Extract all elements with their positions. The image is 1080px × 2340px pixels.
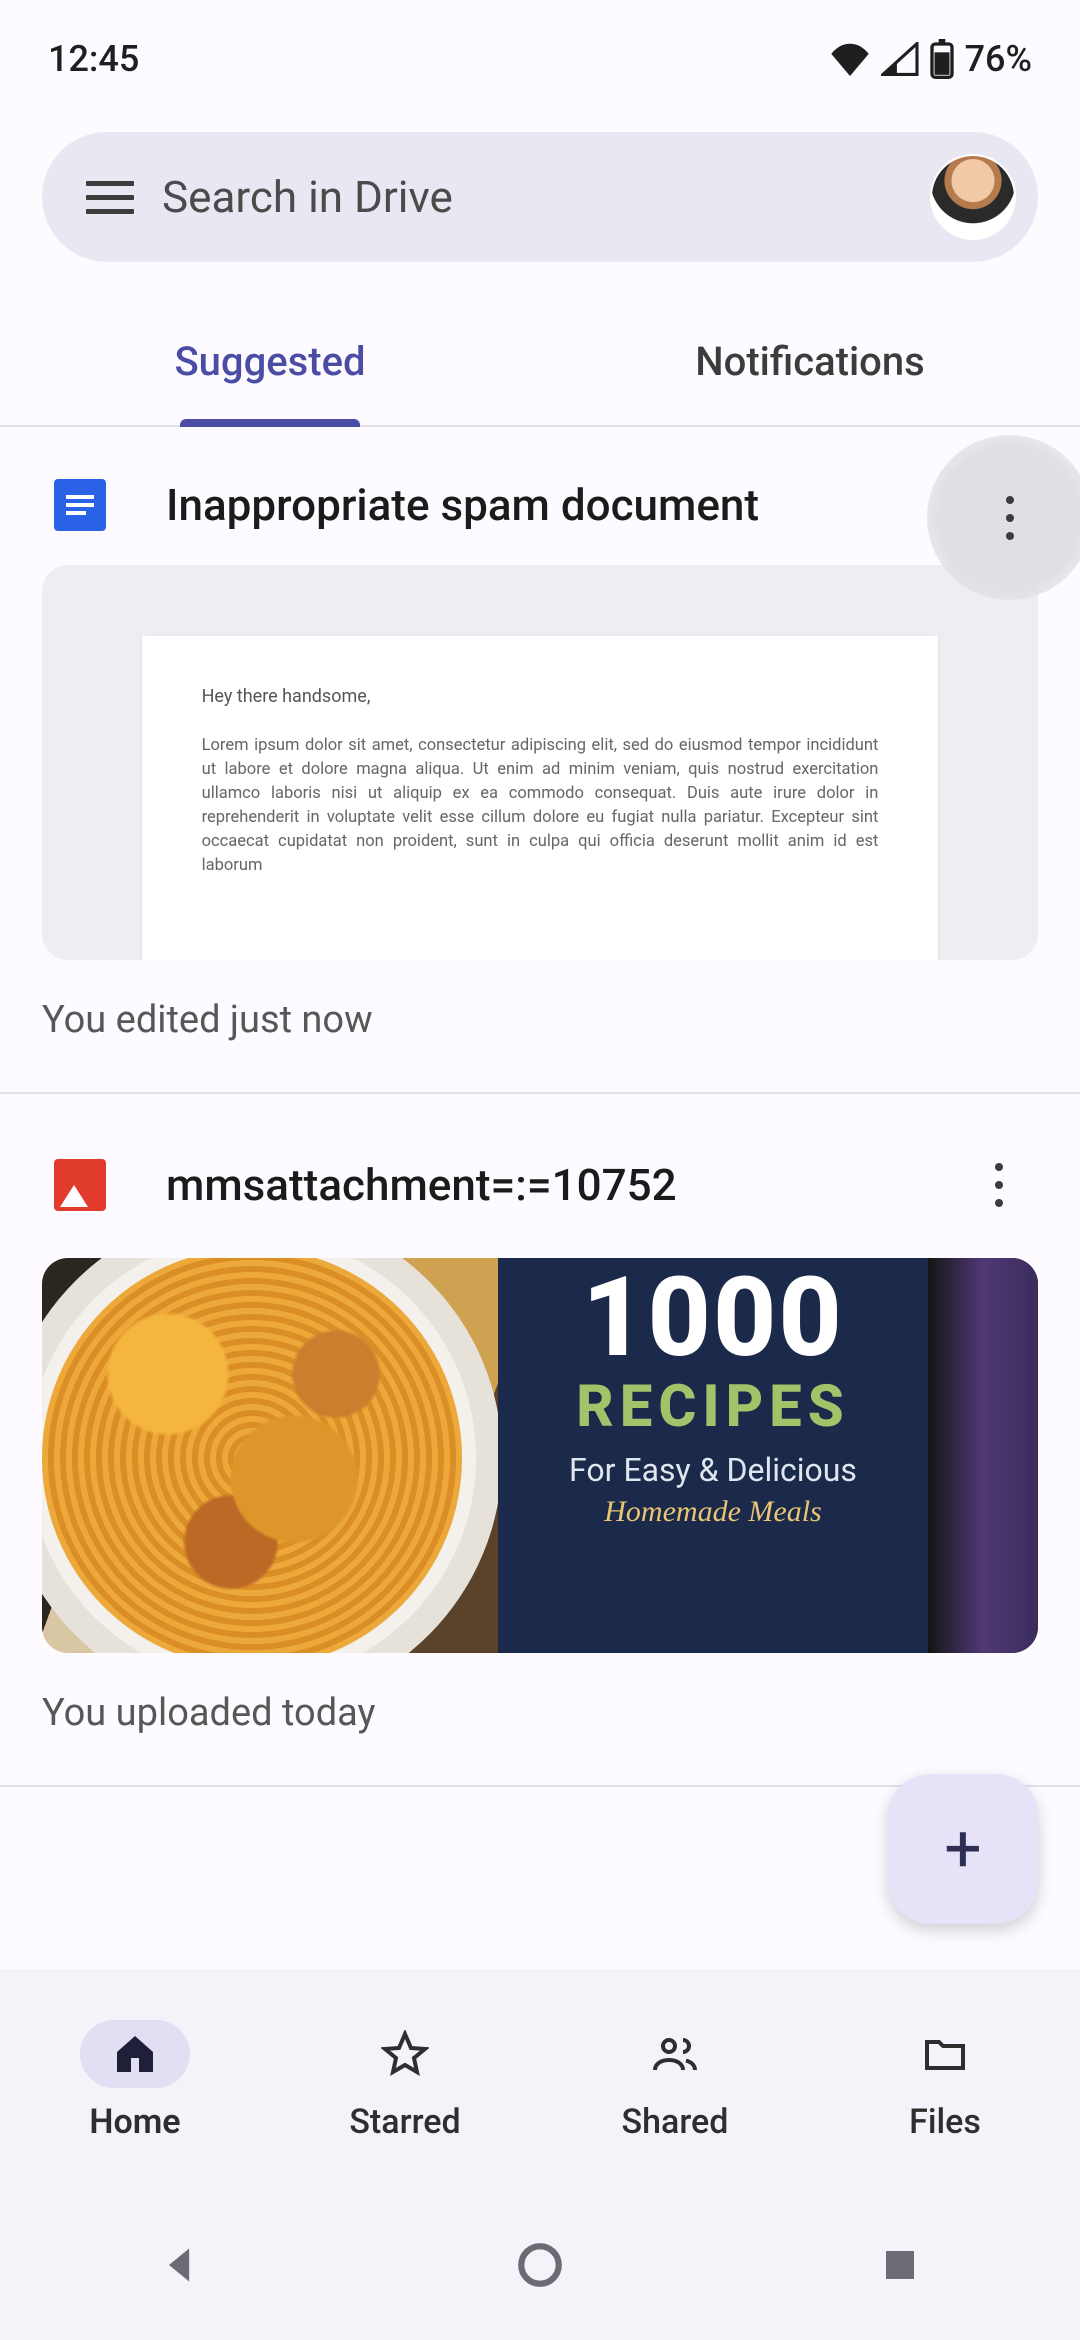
file-meta: You uploaded today bbox=[0, 1653, 1080, 1735]
home-tabs: Suggested Notifications bbox=[0, 302, 1080, 427]
doc-preview-greeting: Hey there handsome, bbox=[202, 684, 879, 710]
create-fab[interactable]: + bbox=[888, 1774, 1038, 1924]
system-nav-bar bbox=[0, 2190, 1080, 2340]
signal-icon bbox=[881, 42, 919, 76]
file-preview[interactable]: 1000 RECIPES For Easy & Delicious Homema… bbox=[42, 1258, 1038, 1653]
more-options-button[interactable] bbox=[927, 435, 1080, 600]
list-item[interactable]: Inappropriate spam document Hey there ha… bbox=[0, 427, 1080, 1094]
book-subtitle-1: RECIPES bbox=[498, 1373, 928, 1441]
wifi-icon bbox=[829, 42, 871, 76]
file-title: mmsattachment=:=10752 bbox=[166, 1159, 900, 1211]
nav-starred[interactable]: Starred bbox=[270, 1971, 540, 2190]
file-meta: You edited just now bbox=[0, 960, 1080, 1042]
preview-book-cover: 1000 RECIPES For Easy & Delicious Homema… bbox=[498, 1258, 928, 1653]
folder-icon bbox=[890, 2020, 1000, 2088]
book-subtitle-2: For Easy & Delicious bbox=[498, 1451, 928, 1489]
nav-home[interactable]: Home bbox=[0, 1971, 270, 2190]
book-subtitle-3: Homemade Meals bbox=[498, 1495, 928, 1529]
image-icon bbox=[54, 1159, 106, 1211]
search-bar[interactable]: Search in Drive bbox=[42, 132, 1038, 262]
sys-home-button[interactable] bbox=[510, 2235, 570, 2295]
star-icon bbox=[350, 2020, 460, 2088]
status-bar: 12:45 76% bbox=[0, 0, 1080, 100]
bottom-nav: Home Starred Shared Files bbox=[0, 1970, 1080, 2190]
list-item[interactable]: mmsattachment=:=10752 1000 RECIPES For E… bbox=[0, 1094, 1080, 1787]
menu-icon[interactable] bbox=[86, 173, 134, 221]
book-title: 1000 bbox=[498, 1266, 928, 1371]
nav-label: Home bbox=[89, 2102, 180, 2142]
preview-food bbox=[42, 1258, 462, 1653]
battery-percent: 76% bbox=[965, 38, 1032, 80]
tab-notifications[interactable]: Notifications bbox=[540, 302, 1080, 425]
nav-files[interactable]: Files bbox=[810, 1971, 1080, 2190]
more-vert-icon bbox=[1006, 496, 1014, 540]
list-item-header: Inappropriate spam document bbox=[0, 427, 1080, 565]
sys-recents-button[interactable] bbox=[870, 2235, 930, 2295]
docs-icon bbox=[54, 479, 106, 531]
preview-right-edge bbox=[928, 1258, 1038, 1653]
battery-icon bbox=[929, 39, 955, 79]
home-icon bbox=[80, 2020, 190, 2088]
tab-suggested[interactable]: Suggested bbox=[0, 302, 540, 425]
people-icon bbox=[620, 2020, 730, 2088]
preview-plate bbox=[42, 1258, 502, 1653]
doc-preview-body: Lorem ipsum dolor sit amet, consectetur … bbox=[202, 734, 879, 878]
nav-shared[interactable]: Shared bbox=[540, 1971, 810, 2190]
doc-page-thumbnail: Hey there handsome, Lorem ipsum dolor si… bbox=[142, 636, 939, 960]
suggested-list: Inappropriate spam document Hey there ha… bbox=[0, 427, 1080, 1787]
account-avatar[interactable] bbox=[930, 154, 1016, 240]
nav-label: Files bbox=[909, 2102, 981, 2142]
nav-label: Starred bbox=[349, 2102, 460, 2142]
status-right: 76% bbox=[829, 38, 1032, 80]
sys-back-button[interactable] bbox=[150, 2235, 210, 2295]
status-time: 12:45 bbox=[48, 38, 139, 80]
nav-label: Shared bbox=[622, 2102, 729, 2142]
file-preview[interactable]: Hey there handsome, Lorem ipsum dolor si… bbox=[42, 565, 1038, 960]
search-input[interactable]: Search in Drive bbox=[162, 171, 902, 223]
list-item-header: mmsattachment=:=10752 bbox=[0, 1094, 1080, 1258]
more-vert-icon bbox=[995, 1163, 1003, 1207]
plus-icon: + bbox=[944, 1811, 981, 1888]
more-options-button[interactable] bbox=[960, 1146, 1038, 1224]
file-title: Inappropriate spam document bbox=[166, 479, 1038, 531]
